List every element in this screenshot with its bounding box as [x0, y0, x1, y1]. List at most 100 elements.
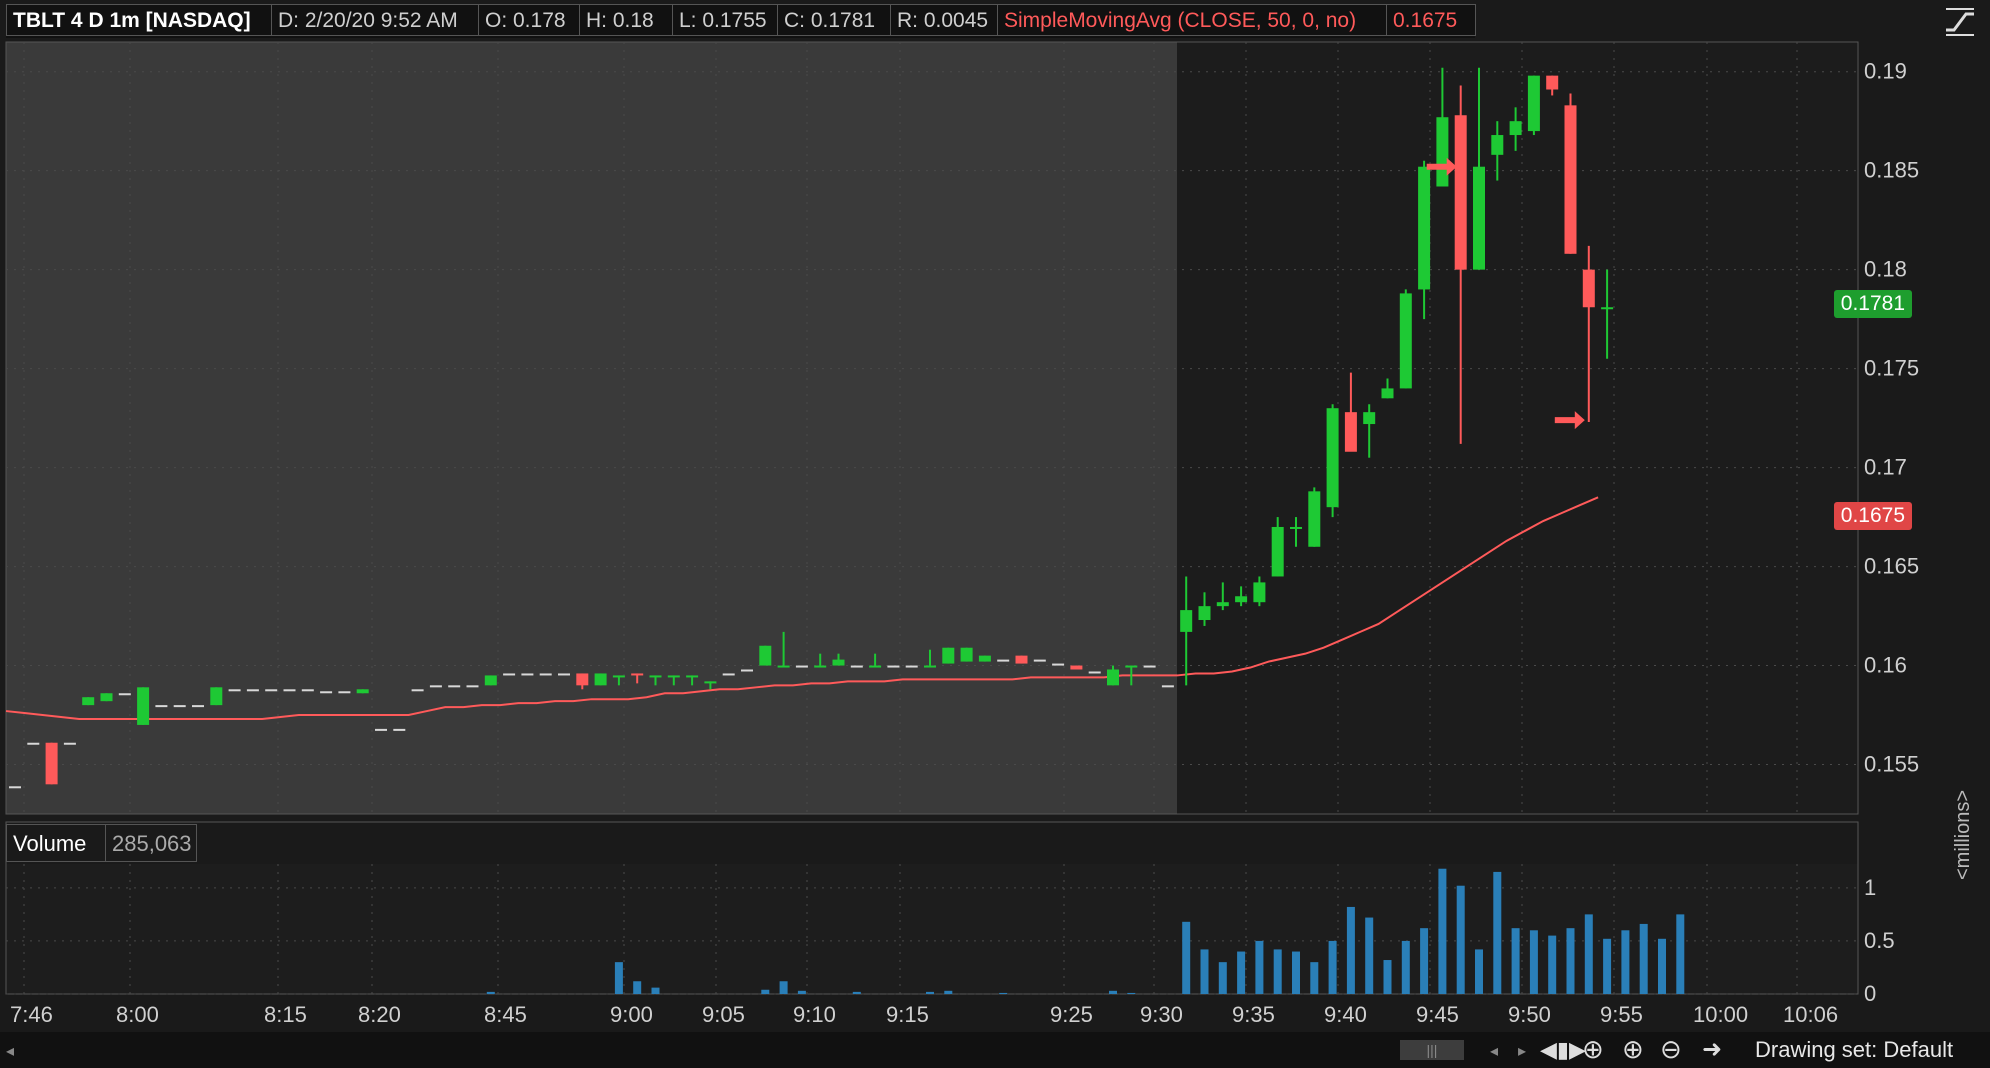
- style-icon[interactable]: [1942, 6, 1978, 38]
- volume-background: [6, 864, 1858, 994]
- candle-body: [137, 687, 150, 725]
- candle: [375, 728, 387, 731]
- volume-bar: [1584, 914, 1593, 994]
- candle: [283, 689, 296, 692]
- chart-canvas[interactable]: 0.19 0.185 0.18 0.175 0.17 0.165 0.16 0.155 7:46…: [0, 0, 1990, 1068]
- candle: [1527, 75, 1540, 136]
- candle-body: [27, 742, 40, 745]
- candle-body: [905, 665, 918, 668]
- scroll-left-icon[interactable]: ◂: [6, 1041, 14, 1061]
- candle-body: [667, 675, 680, 678]
- volume-bar: [1182, 921, 1191, 994]
- arrow-right-icon[interactable]: ➜: [1702, 1035, 1722, 1064]
- candle-body: [503, 673, 516, 676]
- volume-bar: [1383, 960, 1392, 994]
- crosshair-icon[interactable]: ⊕: [1582, 1034, 1604, 1065]
- candle: [558, 673, 570, 676]
- scroll-left-step-icon[interactable]: ◂: [1490, 1041, 1498, 1061]
- candle-body: [1015, 655, 1028, 664]
- candle-body: [1418, 166, 1431, 290]
- candle-body: [631, 673, 644, 676]
- candle-body: [704, 681, 717, 684]
- candle-body: [576, 673, 589, 686]
- candle-body: [265, 689, 278, 692]
- header-bar: TBLT 4 D 1m [NASDAQ] D: 2/20/20 9:52 AM …: [6, 4, 1476, 38]
- expand-icon[interactable]: ◀▮▶: [1540, 1037, 1586, 1063]
- study-label[interactable]: SimpleMovingAvg (CLOSE, 50, 0, no): [997, 4, 1387, 36]
- market-background: [1177, 42, 1858, 814]
- volume-bar: [1603, 938, 1612, 994]
- candle: [45, 742, 58, 785]
- candle-body: [429, 685, 442, 688]
- candle-body: [338, 691, 351, 694]
- candle: [210, 687, 223, 706]
- candle: [942, 647, 955, 664]
- candle: [1308, 487, 1321, 547]
- volume-bar: [1310, 962, 1319, 994]
- candle-body: [795, 665, 808, 668]
- volume-bar: [797, 990, 806, 994]
- candle-body: [1235, 596, 1248, 603]
- candle: [228, 689, 241, 692]
- candle-body: [63, 742, 76, 745]
- volume-bar: [852, 991, 861, 994]
- time-tick-label: 9:50: [1508, 1002, 1551, 1027]
- candle: [741, 669, 753, 672]
- volume-unit-label: <millions>: [1952, 789, 1974, 880]
- drawing-set-label[interactable]: Drawing set: Default: [1755, 1037, 1953, 1063]
- volume-bar: [633, 981, 642, 994]
- volume-bar: [1493, 871, 1502, 994]
- candle: [100, 693, 113, 702]
- bottom-toolbar: ◂ ||| ◂ ▸ ◀▮▶ ⊕ ⊕ ⊖ ➜ Drawing set: Defau…: [0, 1032, 1990, 1068]
- candle: [1143, 665, 1156, 668]
- volume-bar: [1401, 940, 1410, 994]
- candle: [173, 705, 186, 708]
- price-tick-label: 0.165: [1864, 554, 1919, 579]
- zoom-in-icon[interactable]: ⊕: [1622, 1034, 1644, 1065]
- candle-body: [978, 655, 991, 662]
- candle-body: [649, 675, 662, 678]
- symbol-label[interactable]: TBLT 4 D 1m [NASDAQ]: [6, 4, 272, 36]
- volume-bar: [1273, 949, 1282, 994]
- volume-bar: [1621, 930, 1630, 994]
- price-tick-label: 0.18: [1864, 257, 1907, 282]
- candle-body: [192, 705, 204, 708]
- price-tick-label: 0.155: [1864, 752, 1919, 777]
- scroll-right-icon[interactable]: ▸: [1518, 1041, 1526, 1061]
- volume-bar: [651, 987, 660, 994]
- candle: [1564, 93, 1577, 254]
- candle-body: [393, 728, 406, 731]
- candle-body: [411, 689, 424, 692]
- candle: [265, 689, 278, 692]
- volume-header: Volume 285,063: [6, 824, 197, 862]
- candle-body: [1143, 665, 1156, 668]
- time-tick-label: 9:15: [886, 1002, 929, 1027]
- time-tick-label: 9:00: [610, 1002, 653, 1027]
- close-label: C: 0.1781: [777, 4, 891, 36]
- candle-body: [82, 697, 95, 706]
- time-tick-label: 9:40: [1324, 1002, 1367, 1027]
- zoom-out-icon[interactable]: ⊖: [1660, 1034, 1682, 1065]
- candle-body: [228, 689, 241, 692]
- sma-price-tag: 0.1675: [1833, 502, 1912, 530]
- candle-body: [1509, 121, 1522, 136]
- volume-label[interactable]: Volume: [6, 824, 106, 862]
- candle-body: [100, 693, 113, 702]
- volume-bar: [1218, 962, 1227, 994]
- price-tick-label: 0.175: [1864, 356, 1919, 381]
- scroll-thumb[interactable]: |||: [1400, 1040, 1464, 1060]
- candle-body: [686, 675, 699, 678]
- candle-body: [210, 687, 223, 706]
- time-tick-label: 9:35: [1232, 1002, 1275, 1027]
- candle-body: [942, 647, 955, 664]
- candle-body: [45, 742, 58, 785]
- candle: [338, 691, 351, 694]
- candle: [301, 689, 314, 692]
- price-tick-label: 0.19: [1864, 59, 1907, 84]
- study-value: 0.1675: [1386, 4, 1476, 36]
- volume-bar: [1475, 949, 1483, 994]
- candle-body: [283, 689, 296, 692]
- candle-body: [448, 685, 461, 688]
- candle: [320, 691, 333, 694]
- candle: [722, 673, 735, 676]
